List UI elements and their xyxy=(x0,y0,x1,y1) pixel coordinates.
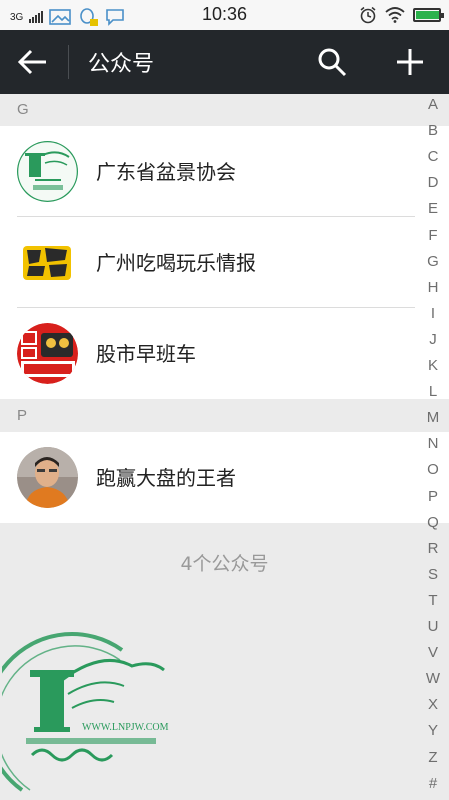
list-item-label: 广东省盆景协会 xyxy=(96,160,236,184)
bonsai-watermark-logo: WWW.LNPJW.COM xyxy=(2,631,169,792)
index-letter[interactable]: H xyxy=(420,279,446,296)
alarm-icon xyxy=(360,6,376,24)
battery-icon xyxy=(413,8,444,22)
index-letter[interactable]: Z xyxy=(420,749,446,766)
section-p-list: 跑赢大盘的王者 xyxy=(0,432,449,523)
list-item-label: 广州吃喝玩乐情报 xyxy=(96,251,256,275)
add-icon[interactable] xyxy=(394,46,426,78)
index-letter[interactable]: E xyxy=(420,200,446,217)
index-letter[interactable]: Q xyxy=(420,514,446,531)
back-arrow-icon[interactable] xyxy=(16,47,50,77)
index-letter[interactable]: P xyxy=(420,488,446,505)
food-fun-logo-icon xyxy=(17,232,78,293)
index-letter[interactable]: S xyxy=(420,566,446,583)
index-letter[interactable]: G xyxy=(420,253,446,270)
section-g-list: 广东省盆景协会 广州吃喝玩乐情报 股市早班车 xyxy=(0,126,449,399)
index-letter[interactable]: A xyxy=(420,96,446,113)
alphabet-index-bar[interactable]: A B C D E F G H I J K L M N O P Q R S T U V W X Y Z # xyxy=(420,94,446,800)
list-item-label: 跑赢大盘的王者 xyxy=(96,466,236,490)
index-letter[interactable]: # xyxy=(420,775,446,792)
index-letter[interactable]: B xyxy=(420,122,446,139)
index-letter[interactable]: R xyxy=(420,540,446,557)
status-bar: 3G 10:36 xyxy=(0,0,449,30)
index-letter[interactable]: F xyxy=(420,227,446,244)
list-item-stock-bus[interactable]: 股市早班车 xyxy=(0,308,449,399)
section-header-g: G xyxy=(0,94,449,126)
watermark-url: WWW.LNPJW.COM xyxy=(82,722,169,733)
index-letter[interactable]: K xyxy=(420,357,446,374)
index-letter[interactable]: C xyxy=(420,148,446,165)
bonsai-association-logo-icon xyxy=(17,141,78,202)
index-letter[interactable]: Y xyxy=(420,722,446,739)
app-bar: 公众号 xyxy=(0,30,449,94)
list-item-label: 股市早班车 xyxy=(96,342,196,366)
search-icon[interactable] xyxy=(316,46,348,78)
index-letter[interactable]: V xyxy=(420,644,446,661)
wifi-icon xyxy=(385,7,405,23)
index-letter[interactable]: X xyxy=(420,696,446,713)
index-letter[interactable]: J xyxy=(420,331,446,348)
person-photo-icon xyxy=(17,447,78,508)
index-letter[interactable]: M xyxy=(420,409,446,426)
index-letter[interactable]: O xyxy=(420,461,446,478)
index-letter[interactable]: D xyxy=(420,174,446,191)
index-letter[interactable]: N xyxy=(420,435,446,452)
status-right-icons xyxy=(359,6,444,24)
index-letter[interactable]: T xyxy=(420,592,446,609)
header-divider xyxy=(68,45,69,79)
index-letter[interactable]: U xyxy=(420,618,446,635)
page-title: 公众号 xyxy=(88,52,155,77)
list-item-food-fun[interactable]: 广州吃喝玩乐情报 xyxy=(0,217,449,308)
index-letter[interactable]: L xyxy=(420,383,446,400)
index-letter[interactable]: W xyxy=(420,670,446,687)
index-letter[interactable]: I xyxy=(420,305,446,322)
list-item-market-king[interactable]: 跑赢大盘的王者 xyxy=(0,432,449,523)
list-item-bonsai-association[interactable]: 广东省盆景协会 xyxy=(0,126,449,217)
subscription-count: 4个公众号 xyxy=(180,553,269,575)
section-header-p: P xyxy=(0,400,449,432)
stock-morning-bus-logo-icon xyxy=(17,323,78,384)
